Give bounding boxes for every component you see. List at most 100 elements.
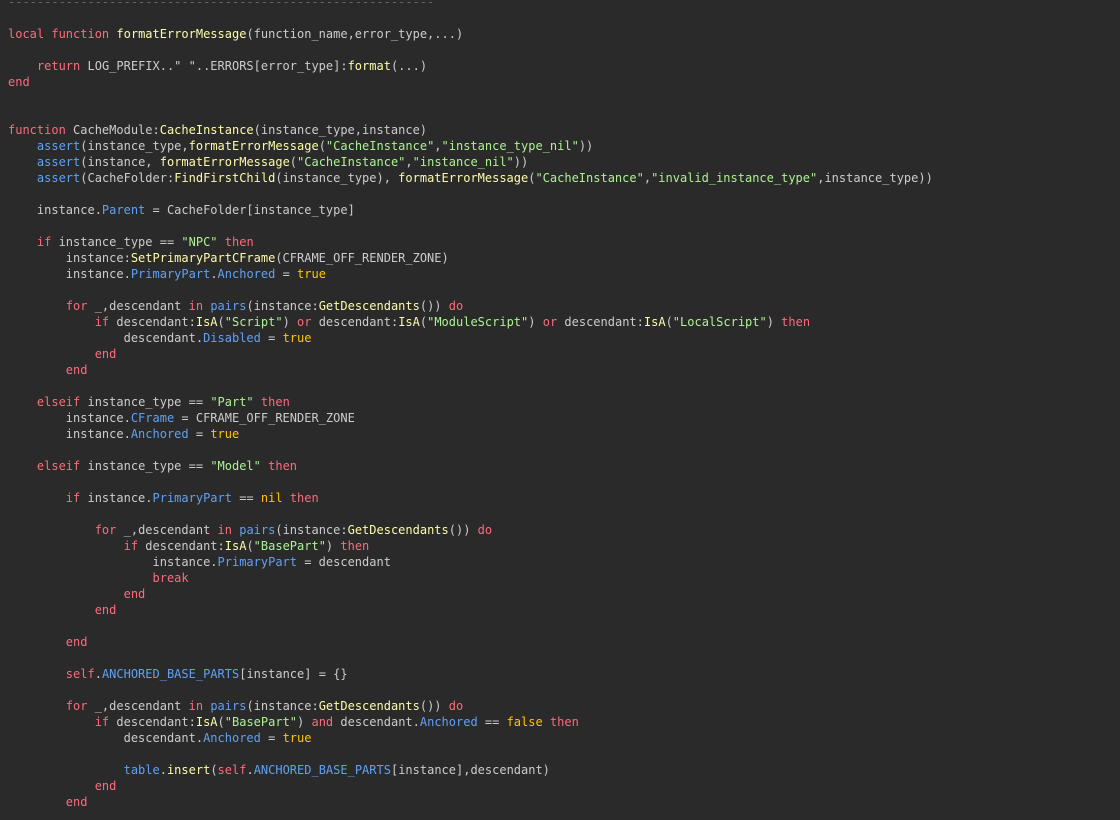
code-line[interactable]: end xyxy=(8,794,933,810)
token-keyword: self xyxy=(217,763,247,777)
code-line[interactable] xyxy=(8,474,933,490)
token-identifier: = descendant xyxy=(297,555,391,569)
token-keyword: if xyxy=(94,315,110,329)
script-editor[interactable]: ----------------------------------------… xyxy=(0,0,1120,820)
token-identifier: ()) xyxy=(419,299,449,313)
token-property: pairs xyxy=(210,699,247,713)
code-line[interactable] xyxy=(8,442,933,458)
token-identifier: instance_type == xyxy=(80,459,211,473)
code-line[interactable]: assert(instance_type,formatErrorMessage(… xyxy=(8,138,933,154)
token-function-name: IsA xyxy=(398,315,420,329)
token-keyword: do xyxy=(448,299,464,313)
token-identifier xyxy=(8,603,95,617)
code-line[interactable] xyxy=(8,282,933,298)
token-identifier: = CFRAME_OFF_RENDER_ZONE xyxy=(174,411,355,425)
code-line[interactable]: if instance_type == "NPC" then xyxy=(8,234,933,250)
token-property: Anchored xyxy=(419,715,478,729)
code-line[interactable]: instance.PrimaryPart.Anchored = true xyxy=(8,266,933,282)
code-line[interactable]: if descendant:IsA("BasePart") and descen… xyxy=(8,714,933,730)
token-property: ANCHORED_BASE_PARTS xyxy=(253,763,391,777)
code-line[interactable]: instance:SetPrimaryPartCFrame(CFRAME_OFF… xyxy=(8,250,933,266)
code-line[interactable]: instance.Anchored = true xyxy=(8,426,933,442)
code-line[interactable]: instance.Parent = CacheFolder[instance_t… xyxy=(8,202,933,218)
token-identifier: == xyxy=(477,715,507,729)
token-identifier: = xyxy=(188,427,211,441)
code-line[interactable]: ----------------------------------------… xyxy=(8,0,933,10)
code-line[interactable]: end xyxy=(8,74,933,90)
token-identifier: . xyxy=(246,763,254,777)
code-line[interactable]: if descendant:IsA("Script") or descendan… xyxy=(8,314,933,330)
token-identifier xyxy=(8,395,37,409)
code-line[interactable]: descendant.Disabled = true xyxy=(8,330,933,346)
code-line[interactable] xyxy=(8,506,933,522)
code-line[interactable] xyxy=(8,218,933,234)
token-keyword: or xyxy=(542,315,558,329)
code-line[interactable]: for _,descendant in pairs(instance:GetDe… xyxy=(8,522,933,538)
code-line[interactable] xyxy=(8,746,933,762)
token-string-literal: "instance_nil" xyxy=(412,155,514,169)
code-line[interactable]: end xyxy=(8,602,933,618)
token-property: PrimaryPart xyxy=(130,267,211,281)
code-line[interactable] xyxy=(8,42,933,58)
code-line[interactable]: end xyxy=(8,634,933,650)
token-identifier xyxy=(8,587,124,601)
token-keyword: if xyxy=(123,539,139,553)
code-line[interactable]: end xyxy=(8,778,933,794)
code-line[interactable]: end xyxy=(8,362,933,378)
code-line[interactable] xyxy=(8,186,933,202)
code-line[interactable]: elseif instance_type == "Model" then xyxy=(8,458,933,474)
code-line[interactable]: elseif instance_type == "Part" then xyxy=(8,394,933,410)
token-function-name: formatErrorMessage xyxy=(188,139,319,153)
token-identifier: descendant: xyxy=(109,715,196,729)
code-line[interactable]: end xyxy=(8,346,933,362)
code-line[interactable]: for _,descendant in pairs(instance:GetDe… xyxy=(8,698,933,714)
code-line[interactable]: function CacheModule:CacheInstance(insta… xyxy=(8,122,933,138)
token-identifier: ( xyxy=(246,539,254,553)
code-line[interactable]: self.ANCHORED_BASE_PARTS[instance] = {} xyxy=(8,666,933,682)
token-identifier: descendant: xyxy=(138,539,225,553)
token-keyword: then xyxy=(289,491,319,505)
token-keyword: for xyxy=(65,699,88,713)
token-function-name: formatErrorMessage xyxy=(116,27,247,41)
code-line[interactable]: instance.CFrame = CFRAME_OFF_RENDER_ZONE xyxy=(8,410,933,426)
code-line[interactable]: instance.PrimaryPart = descendant xyxy=(8,554,933,570)
token-identifier: ) xyxy=(325,539,341,553)
token-identifier: ) xyxy=(282,315,298,329)
code-line[interactable] xyxy=(8,378,933,394)
code-line[interactable]: for _,descendant in pairs(instance:GetDe… xyxy=(8,298,933,314)
token-identifier: ()) xyxy=(448,523,478,537)
token-keyword: then xyxy=(260,395,290,409)
code-line[interactable]: if instance.PrimaryPart == nil then xyxy=(8,490,933,506)
code-line[interactable]: assert(CacheFolder:FindFirstChild(instan… xyxy=(8,170,933,186)
code-line[interactable] xyxy=(8,106,933,122)
code-line[interactable]: if descendant:IsA("BasePart") then xyxy=(8,538,933,554)
token-function-name: formatErrorMessage xyxy=(159,155,290,169)
code-area[interactable]: ----------------------------------------… xyxy=(8,0,933,810)
token-property: Anchored xyxy=(203,731,261,745)
token-identifier: (instance_type), xyxy=(275,171,399,185)
token-property: PrimaryPart xyxy=(152,491,232,505)
code-line[interactable]: descendant.Anchored = true xyxy=(8,730,933,746)
token-keyword: function xyxy=(8,123,66,137)
code-line[interactable] xyxy=(8,10,933,26)
code-line[interactable] xyxy=(8,682,933,698)
token-identifier xyxy=(8,523,95,537)
token-identifier xyxy=(8,59,37,73)
code-line[interactable]: end xyxy=(8,586,933,602)
code-line[interactable]: local function formatErrorMessage(functi… xyxy=(8,26,933,42)
code-line[interactable] xyxy=(8,650,933,666)
code-line[interactable]: assert(instance, formatErrorMessage("Cac… xyxy=(8,154,933,170)
code-line[interactable] xyxy=(8,90,933,106)
token-identifier xyxy=(8,539,124,553)
code-line[interactable] xyxy=(8,618,933,634)
code-line[interactable]: break xyxy=(8,570,933,586)
token-keyword: do xyxy=(448,699,464,713)
code-line[interactable]: return LOG_PREFIX.." "..ERRORS[error_typ… xyxy=(8,58,933,74)
token-identifier xyxy=(8,795,66,809)
token-property: ANCHORED_BASE_PARTS xyxy=(101,667,240,681)
token-identifier: == xyxy=(231,491,261,505)
token-function-name: SetPrimaryPartCFrame xyxy=(130,251,276,265)
code-line[interactable]: table.insert(self.ANCHORED_BASE_PARTS[in… xyxy=(8,762,933,778)
token-keyword: elseif xyxy=(36,395,81,409)
vertical-scrollbar[interactable] xyxy=(1114,0,1120,820)
